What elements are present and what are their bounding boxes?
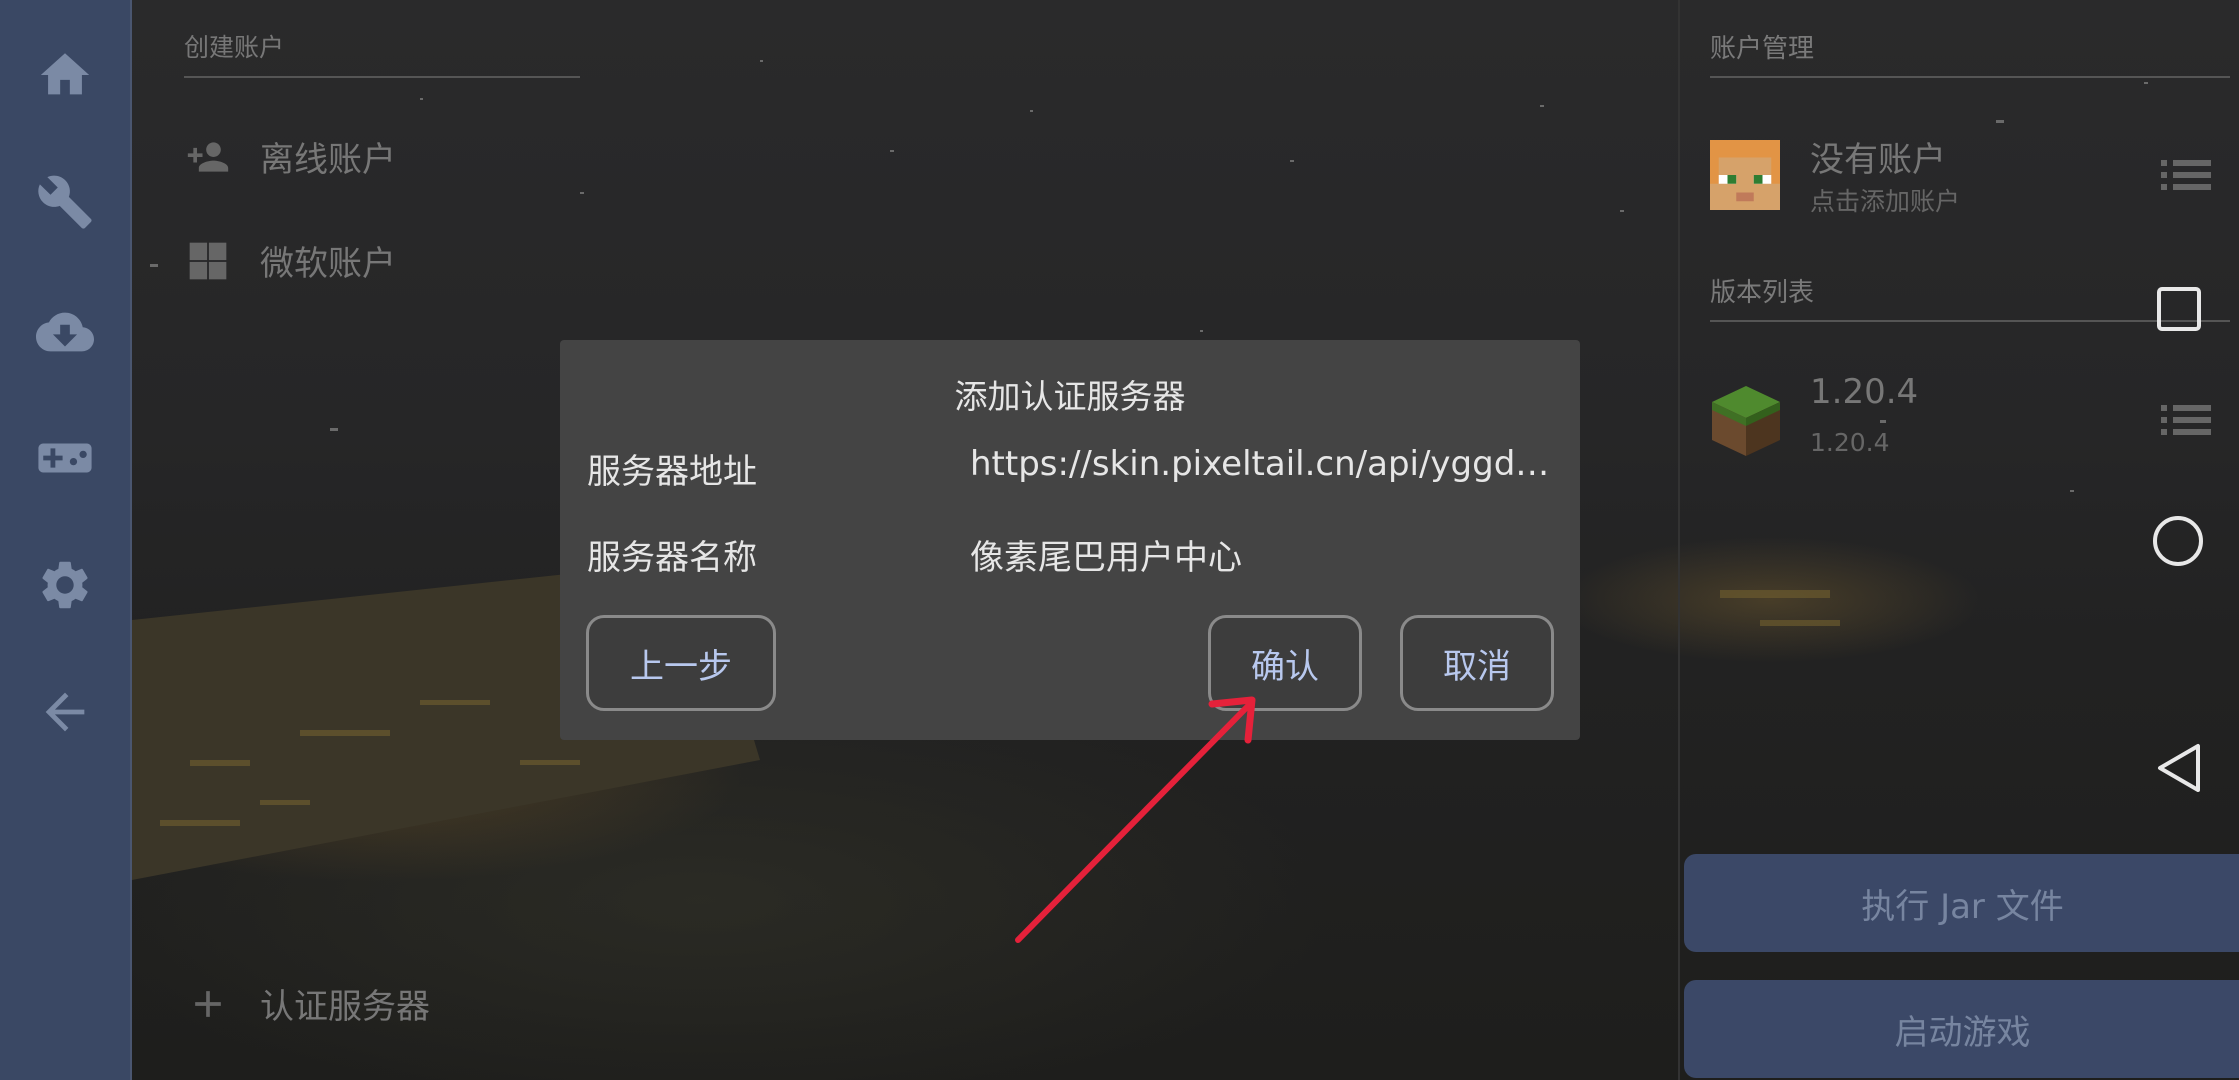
side-navigation-rail: [0, 0, 132, 1080]
version-subtitle: 1.20.4: [1810, 428, 1890, 457]
microsoft-account-label: 微软账户: [260, 244, 396, 284]
version-list-title: 版本列表: [1710, 278, 1815, 308]
account-management-title: 账户管理: [1710, 34, 1815, 64]
account-list-icon[interactable]: [2161, 160, 2211, 190]
account-hint: 点击添加账户: [1810, 187, 1961, 216]
divider: [1710, 320, 2230, 322]
version-name: 1.20.4: [1810, 372, 1919, 412]
offline-account-label: 离线账户: [260, 140, 396, 180]
launch-game-button[interactable]: 启动游戏: [1684, 980, 2239, 1078]
back-arrow-icon[interactable]: [35, 682, 95, 742]
home-nav-button[interactable]: [2151, 514, 2205, 572]
triangle-back-icon: [2158, 744, 2200, 792]
auth-server-option[interactable]: 认证服务器: [184, 979, 430, 1028]
server-name-value: 像素尾巴用户中心: [970, 538, 1242, 578]
version-list-icon[interactable]: [2161, 405, 2211, 435]
back-step-button[interactable]: 上一步: [586, 615, 776, 711]
circle-icon: [2153, 516, 2203, 566]
confirm-button[interactable]: 确认: [1208, 615, 1362, 711]
windows-icon: [184, 237, 232, 285]
recent-apps-button[interactable]: [2156, 286, 2202, 336]
dialog-title: 添加认证服务器: [954, 377, 1186, 416]
wrench-icon[interactable]: [35, 172, 95, 232]
grass-block-icon: [1712, 386, 1780, 456]
microsoft-account-option[interactable]: 微软账户: [184, 236, 396, 285]
plus-icon: [184, 980, 232, 1028]
divider: [1710, 76, 2230, 78]
version-item[interactable]: 1.20.4 1.20.4: [1710, 372, 2230, 472]
gear-icon[interactable]: [35, 555, 95, 615]
create-account-title: 创建账户: [184, 33, 285, 62]
gamepad-icon[interactable]: [35, 428, 95, 488]
auth-server-label: 认证服务器: [260, 987, 430, 1027]
home-icon[interactable]: [35, 45, 95, 105]
offline-account-option[interactable]: 离线账户: [184, 132, 396, 181]
cancel-button[interactable]: 取消: [1400, 615, 1554, 711]
divider: [184, 76, 580, 78]
add-person-icon: [184, 133, 232, 181]
player-avatar-icon: [1710, 140, 1780, 210]
square-icon: [2157, 287, 2201, 331]
server-address-value: https://skin.pixeltail.cn/api/yggdrasil: [970, 444, 1560, 484]
run-jar-button[interactable]: 执行 Jar 文件: [1684, 854, 2239, 952]
account-name: 没有账户: [1810, 140, 1946, 180]
add-auth-server-dialog: 添加认证服务器 服务器地址 https://skin.pixeltail.cn/…: [560, 340, 1580, 740]
server-name-label: 服务器名称: [587, 538, 757, 578]
account-item[interactable]: 没有账户 点击添加账户: [1710, 128, 2230, 228]
server-address-label: 服务器地址: [587, 452, 757, 492]
cloud-download-icon[interactable]: [35, 302, 95, 362]
back-nav-button[interactable]: [2156, 742, 2202, 798]
